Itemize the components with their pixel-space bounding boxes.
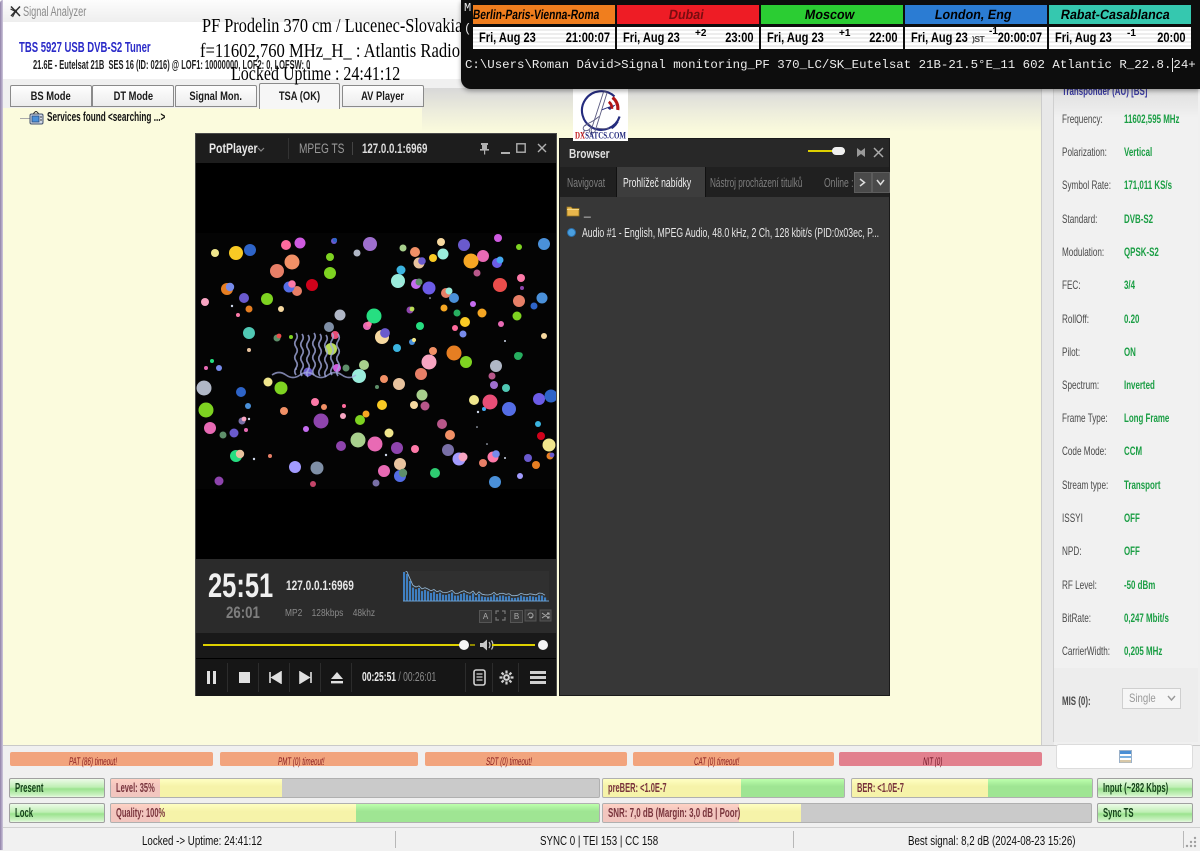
svg-text:DXSATCS.COM: DXSATCS.COM (575, 131, 626, 141)
